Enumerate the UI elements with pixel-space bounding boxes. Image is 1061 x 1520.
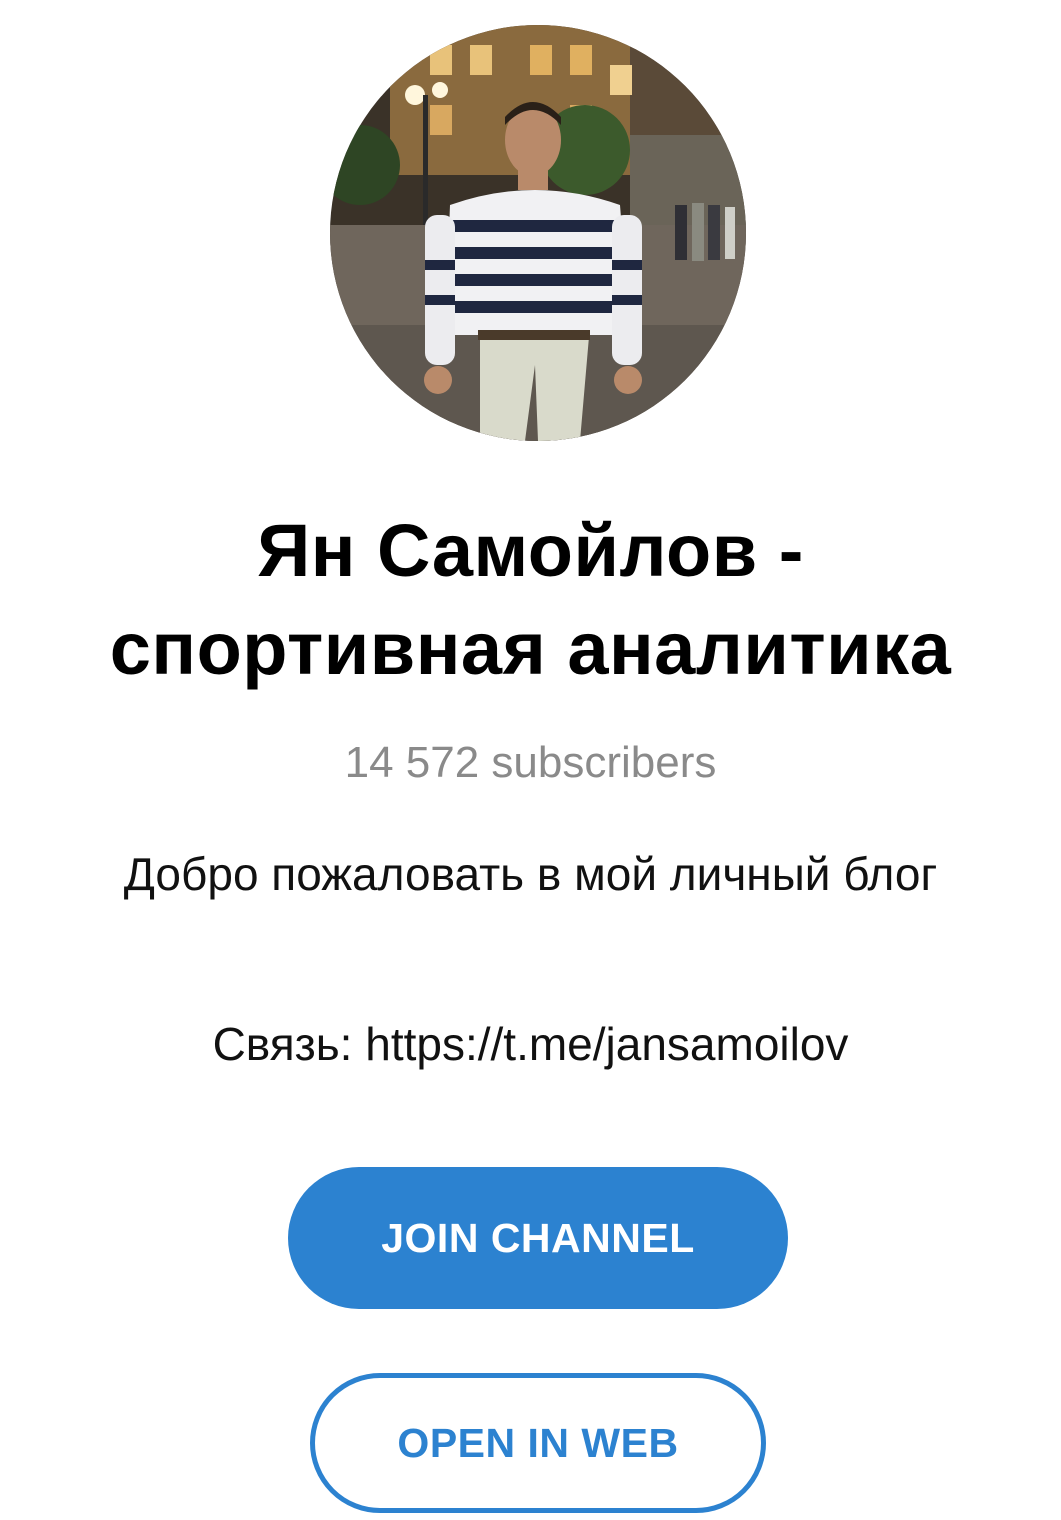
channel-avatar — [330, 25, 746, 441]
join-channel-button[interactable]: JOIN CHANNEL — [288, 1167, 788, 1309]
avatar-photo — [330, 25, 746, 441]
open-in-web-button[interactable]: OPEN IN WEB — [310, 1373, 766, 1513]
channel-description: Добро пожаловать в мой личный блог — [123, 848, 938, 900]
channel-contact-link: Связь: https://t.me/jansamoilov — [212, 1018, 849, 1070]
channel-title-line2: спортивная аналитика — [109, 607, 952, 690]
subscriber-count: 14 572 subscribers — [344, 738, 717, 787]
channel-title: Ян Самойлов - спортивная аналитика — [0, 502, 1061, 698]
channel-title-line1: Ян Самойлов - — [257, 509, 804, 592]
